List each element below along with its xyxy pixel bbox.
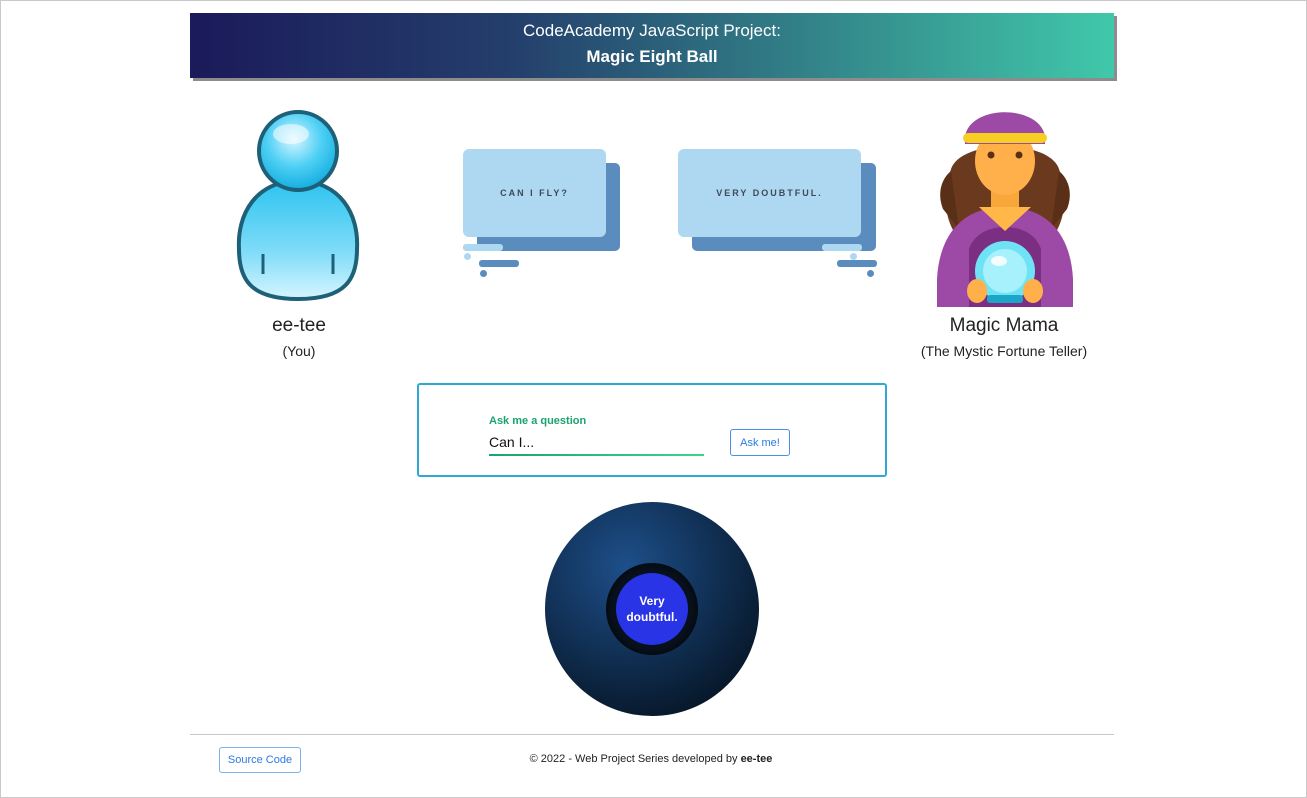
header-banner: CodeAcademy JavaScript Project: Magic Ei… (190, 13, 1114, 78)
answer-speech-bubble: VERY DOUBTFUL. (676, 147, 877, 282)
question-field-label: Ask me a question (489, 415, 587, 427)
answer-bubble-text: VERY DOUBTFUL. (678, 149, 861, 237)
magic-eight-ball: Very doubtful. (545, 502, 759, 716)
ask-question-form: Ask me a question Ask me! (417, 383, 887, 477)
header-subtitle: CodeAcademy JavaScript Project: (523, 21, 781, 40)
page-title: Magic Eight Ball (586, 47, 718, 66)
fortune-teller-icon (929, 99, 1081, 307)
eight-ball-window: Very doubtful. (606, 563, 698, 655)
footer-copyright: © 2022 - Web Project Series developed by… (461, 753, 841, 765)
eight-ball-answer: Very doubtful. (616, 573, 688, 645)
page-frame: CodeAcademy JavaScript Project: Magic Ei… (0, 0, 1307, 798)
user-avatar-icon (231, 109, 365, 304)
question-speech-bubble: CAN I FLY? (461, 147, 621, 282)
question-input[interactable] (489, 430, 704, 455)
fortune-teller-name: Magic Mama (949, 315, 1059, 336)
author-name: ee-tee (740, 753, 773, 765)
question-input-underline (489, 454, 704, 456)
user-name: ee-tee (272, 315, 326, 336)
copyright-text: © 2022 - Web Project Series developed by (529, 753, 741, 765)
user-profile: ee-tee (You) (239, 315, 359, 359)
fortune-teller-subtitle: (The Mystic Fortune Teller) (920, 343, 1088, 359)
user-subtitle: (You) (282, 343, 316, 359)
ask-button[interactable]: Ask me! (730, 429, 790, 456)
question-bubble-text: CAN I FLY? (463, 149, 606, 237)
fortune-teller-profile: Magic Mama (The Mystic Fortune Teller) (901, 315, 1107, 359)
source-code-button[interactable]: Source Code (219, 747, 301, 773)
footer-divider (190, 734, 1114, 735)
